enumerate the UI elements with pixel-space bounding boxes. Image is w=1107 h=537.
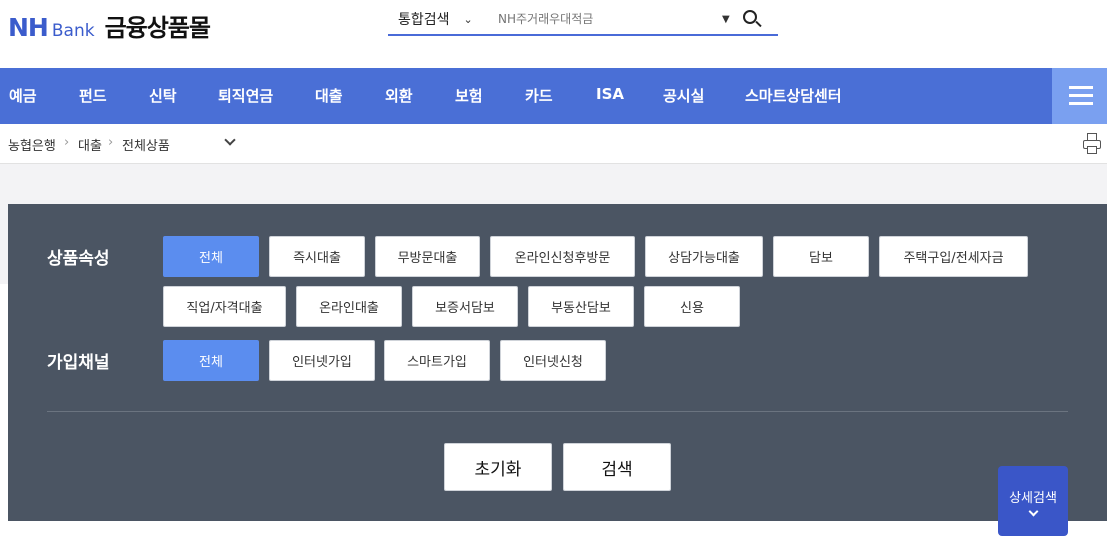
attribute-chip-online-loan[interactable]: 온라인대출 xyxy=(296,286,402,327)
breadcrumb-home[interactable]: 농협은행 xyxy=(8,135,56,154)
nav-item-disclosure[interactable]: 공시실 xyxy=(663,85,704,106)
chevron-down-icon[interactable] xyxy=(224,136,236,148)
channel-filter-label: 가입채널 xyxy=(47,353,110,373)
nav-item-smart-center[interactable]: 스마트상담센터 xyxy=(745,85,842,106)
nav-item-loan[interactable]: 대출 xyxy=(315,85,343,106)
search-icon[interactable] xyxy=(742,9,762,29)
search-scope-label: 통합검색 xyxy=(398,12,450,28)
attribute-chip-real-estate[interactable]: 부동산담보 xyxy=(528,286,634,327)
main-nav: 예금 펀드 신탁 퇴직연금 대출 외환 보험 카드 ISA 공시실 스마트상담센… xyxy=(0,68,1107,124)
header: NH Bank 금융상품몰 통합검색 ⌄ ▼ xyxy=(0,0,1107,68)
nav-item-forex[interactable]: 외환 xyxy=(385,85,413,106)
attribute-chip-guarantee[interactable]: 보증서담보 xyxy=(412,286,518,327)
breadcrumb-loan[interactable]: 대출 xyxy=(78,135,102,154)
attribute-chip-online-then-visit[interactable]: 온라인신청후방문 xyxy=(490,236,635,277)
chevron-right-icon: › xyxy=(64,135,70,150)
print-icon[interactable] xyxy=(1082,133,1102,155)
attribute-chip-collateral[interactable]: 담보 xyxy=(773,236,869,277)
caret-down-icon[interactable]: ▼ xyxy=(722,14,730,25)
divider xyxy=(47,411,1068,412)
attribute-chip-instant[interactable]: 즉시대출 xyxy=(269,236,365,277)
nav-item-insurance[interactable]: 보험 xyxy=(455,85,483,106)
detail-search-label: 상세검색 xyxy=(1009,491,1057,506)
logo-bank: Bank xyxy=(51,21,95,41)
attribute-chip-occupation[interactable]: 직업/자격대출 xyxy=(163,286,286,327)
search-bar: 통합검색 ⌄ ▼ xyxy=(388,4,778,36)
hamburger-icon[interactable] xyxy=(1052,68,1107,124)
attribute-chip-consult[interactable]: 상담가능대출 xyxy=(645,236,763,277)
logo[interactable]: NH Bank 금융상품몰 xyxy=(8,8,211,43)
breadcrumb-current: 전체상품 xyxy=(122,139,170,154)
page-title: 금융상품몰 xyxy=(104,14,211,42)
attribute-chip-all[interactable]: 전체 xyxy=(163,236,259,277)
chevron-down-icon xyxy=(1028,506,1038,517)
attribute-chip-no-visit[interactable]: 무방문대출 xyxy=(375,236,480,277)
search-button[interactable]: 검색 xyxy=(563,443,671,491)
chevron-down-icon: ⌄ xyxy=(463,12,473,26)
channel-chip-all[interactable]: 전체 xyxy=(163,340,259,381)
channel-chip-internet-join[interactable]: 인터넷가입 xyxy=(269,340,375,381)
channel-chip-internet-apply[interactable]: 인터넷신청 xyxy=(500,340,606,381)
channel-chip-smart-join[interactable]: 스마트가입 xyxy=(384,340,490,381)
reset-button[interactable]: 초기화 xyxy=(444,443,552,491)
attribute-filter-label: 상품속성 xyxy=(47,249,110,269)
nav-item-card[interactable]: 카드 xyxy=(525,85,553,106)
attribute-chip-housing[interactable]: 주택구입/전세자금 xyxy=(879,236,1028,277)
logo-nh: NH xyxy=(8,13,49,42)
nav-item-trust[interactable]: 신탁 xyxy=(149,85,177,106)
nav-item-fund[interactable]: 펀드 xyxy=(79,85,107,106)
nav-item-deposit[interactable]: 예금 xyxy=(9,85,37,106)
detail-search-button[interactable]: 상세검색 xyxy=(998,466,1068,536)
nav-item-isa[interactable]: ISA xyxy=(596,85,624,103)
nav-item-pension[interactable]: 퇴직연금 xyxy=(218,85,273,106)
breadcrumb: 농협은행 › 대출 › 전체상품 xyxy=(0,124,1107,164)
chevron-right-icon: › xyxy=(108,135,114,150)
filter-panel: 상품속성 전체 즉시대출 무방문대출 온라인신청후방문 상담가능대출 담보 주택… xyxy=(8,204,1107,521)
search-scope-select[interactable]: 통합검색 ⌄ xyxy=(388,9,498,29)
attribute-chip-credit[interactable]: 신용 xyxy=(644,286,740,327)
search-input[interactable] xyxy=(498,12,718,26)
